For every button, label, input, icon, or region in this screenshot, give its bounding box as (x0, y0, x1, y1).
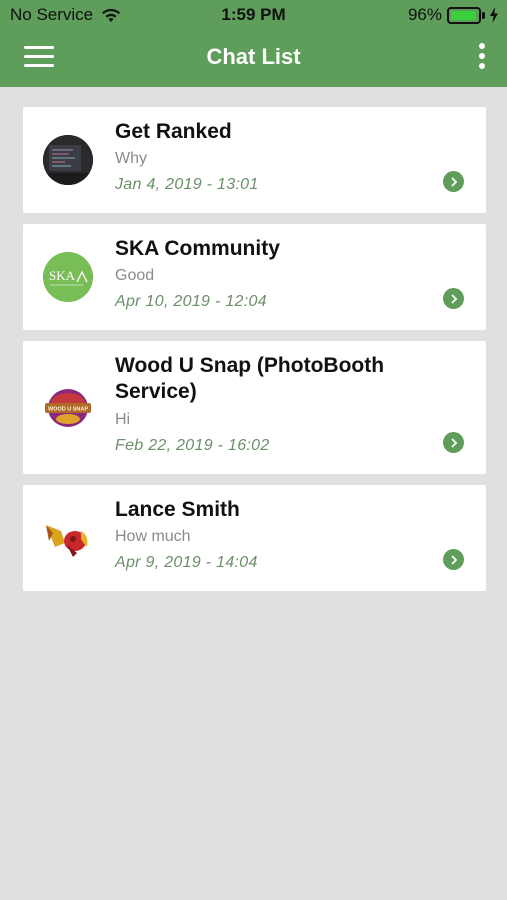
chat-name: Wood U Snap (PhotoBooth Service) (115, 354, 385, 403)
chat-item-lance-smith[interactable]: Lance Smith How much Apr 9, 2019 - 14:04 (23, 485, 486, 591)
chat-last-message: Good (115, 267, 155, 284)
battery-percent: 96% (407, 5, 442, 24)
avatar-image (43, 135, 93, 185)
status-right: 96% (408, 5, 499, 25)
battery-tip (482, 11, 485, 19)
app-screen: No Service 1:59 PM 96% Chat List Get Ran… (0, 0, 507, 900)
chat-last-message: How much (115, 528, 191, 545)
chat-name: Get Ranked (115, 120, 232, 143)
chat-timestamp: Jan 4, 2019 - 13:01 (115, 176, 259, 193)
chat-timestamp: Apr 10, 2019 - 12:04 (115, 293, 267, 310)
chat-item-ska-community[interactable]: SKA SKA Community Good Apr 10, 2019 - 12… (23, 224, 486, 330)
avatar: SKA (43, 252, 93, 302)
chevron-right-icon[interactable] (443, 288, 464, 309)
battery-fill (451, 10, 476, 20)
chat-timestamp: Feb 22, 2019 - 16:02 (115, 437, 270, 454)
chat-last-message: Why (115, 150, 147, 167)
lance-smith-avatar-image (46, 525, 88, 557)
charging-bolt-icon (490, 7, 498, 23)
page-title: Chat List (206, 44, 301, 69)
avatar: WOOD U SNAP (43, 383, 93, 433)
chat-item-get-ranked[interactable]: Get Ranked Why Jan 4, 2019 - 13:01 (23, 107, 486, 213)
chat-timestamp: Apr 9, 2019 - 14:04 (115, 554, 258, 571)
chevron-right-icon[interactable] (443, 432, 464, 453)
navigation-bar: Chat List (0, 30, 507, 87)
avatar (43, 513, 93, 563)
chat-list: Get Ranked Why Jan 4, 2019 - 13:01 SKA S… (23, 107, 486, 602)
more-vertical-icon[interactable] (477, 43, 487, 73)
avatar-logo-text: SKA (49, 268, 76, 283)
chevron-right-icon[interactable] (443, 171, 464, 192)
wood-u-snap-logo: WOOD U SNAP (45, 389, 91, 427)
ska-logo: SKA (43, 252, 93, 302)
chat-name: Lance Smith (115, 498, 240, 521)
chat-item-wood-u-snap[interactable]: WOOD U SNAP Wood U Snap (PhotoBooth Serv… (23, 341, 486, 474)
status-bar: No Service 1:59 PM 96% (0, 0, 507, 30)
chat-last-message: Hi (115, 411, 131, 428)
avatar (43, 135, 93, 185)
battery-icon (447, 6, 481, 24)
chat-name: SKA Community (115, 237, 280, 260)
chevron-right-icon[interactable] (443, 549, 464, 570)
avatar-logo-text: WOOD U SNAP (48, 407, 88, 413)
